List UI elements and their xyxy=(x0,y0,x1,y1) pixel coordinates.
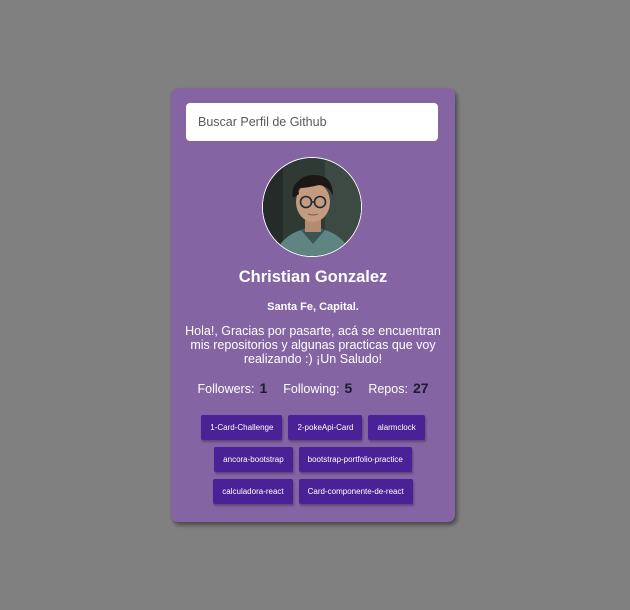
search-input[interactable] xyxy=(186,103,438,141)
followers-count: 1 xyxy=(259,380,268,396)
repo-button-1-card-challenge[interactable]: 1-Card-Challenge xyxy=(201,415,283,440)
repos-count: 27 xyxy=(412,380,429,396)
following-stat: Following: 5 xyxy=(283,380,352,396)
followers-label: Followers: xyxy=(197,382,255,396)
following-count: 5 xyxy=(344,380,353,396)
avatar xyxy=(262,157,362,257)
repo-button-2-pokeapi-card[interactable]: 2-pokeApi-Card xyxy=(288,415,363,440)
following-label: Following: xyxy=(283,382,340,396)
followers-stat: Followers: 1 xyxy=(197,380,267,396)
profile-name: Christian Gonzalez xyxy=(238,268,388,286)
repo-list: 1-Card-Challenge 2-pokeApi-Card alarmclo… xyxy=(183,415,443,504)
repo-button-alarmclock[interactable]: alarmclock xyxy=(368,415,425,440)
repo-button-ancora-bootstrap[interactable]: ancora-bootstrap xyxy=(214,447,293,472)
profile-stats: Followers: 1 Following: 5 Repos: 27 xyxy=(171,380,455,396)
profile-card: Christian Gonzalez Santa Fe, Capital. Ho… xyxy=(171,88,455,522)
profile-location: Santa Fe, Capital. xyxy=(267,301,359,313)
repo-button-bootstrap-portfolio-practice[interactable]: bootstrap-portfolio-practice xyxy=(298,447,412,472)
repo-button-card-componente-de-react[interactable]: Card-componente-de-react xyxy=(298,479,413,504)
repos-stat: Repos: 27 xyxy=(368,380,428,396)
repos-label: Repos: xyxy=(368,382,408,396)
user-photo-icon xyxy=(263,158,361,256)
profile-bio: Hola!, Gracias por pasarte, acá se encue… xyxy=(185,324,441,366)
repo-button-calculadora-react[interactable]: calculadora-react xyxy=(213,479,293,504)
